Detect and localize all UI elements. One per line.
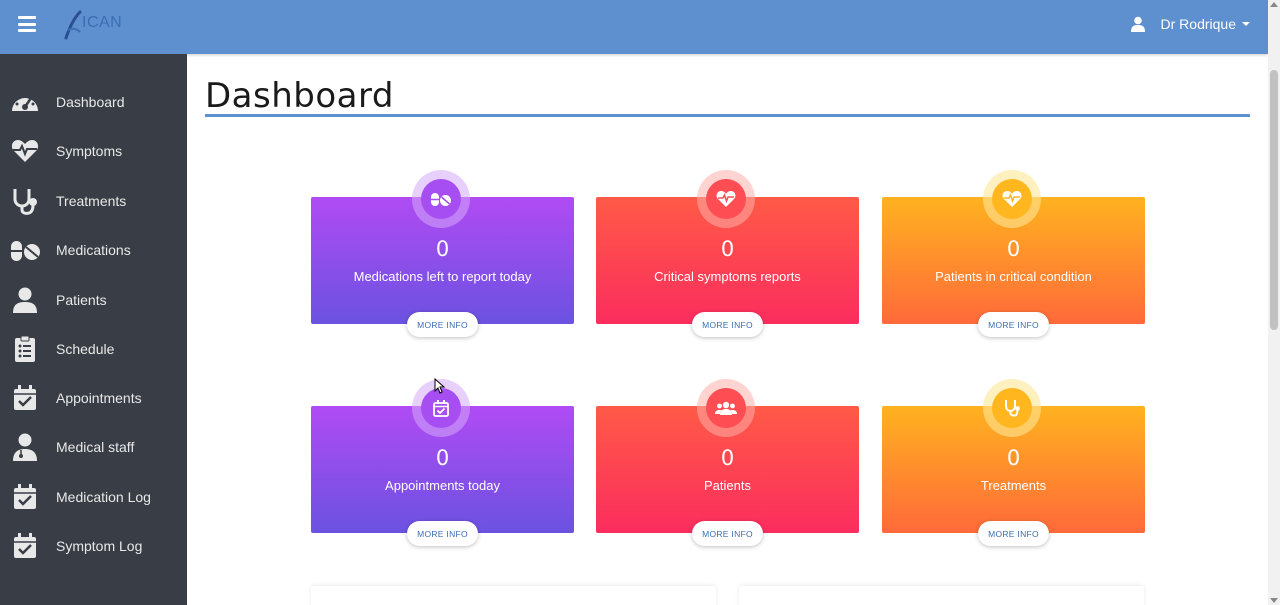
pills-icon (10, 235, 40, 265)
card-label: Patients in critical condition (935, 269, 1092, 284)
user-md-icon (10, 432, 40, 462)
stat-card-appointments: 0 Appointments today MORE INFO (311, 379, 574, 546)
page-scrollbar[interactable] (1268, 0, 1280, 605)
stat-card-critical-patients: 0 Patients in critical condition MORE IN… (882, 170, 1145, 337)
logo-text: ICAN (82, 14, 123, 31)
sidebar-item-label: Patients (56, 292, 107, 308)
sidebar-item-label: Medications (56, 242, 131, 258)
sidebar-item-medication-log[interactable]: Medication Log (0, 477, 187, 517)
bottom-panel-right (739, 586, 1144, 605)
more-info-button[interactable]: MORE INFO (407, 312, 478, 337)
scroll-down-icon[interactable] (1270, 598, 1278, 603)
sidebar-item-medical-staff[interactable]: Medical staff (0, 427, 187, 467)
heartbeat-icon (716, 191, 736, 207)
menu-toggle-icon[interactable] (18, 16, 36, 32)
card-badge (983, 170, 1041, 228)
sidebar-item-appointments[interactable]: Appointments (0, 378, 187, 418)
mouse-cursor-icon (434, 378, 446, 394)
sidebar-item-label: Symptom Log (56, 538, 143, 554)
sidebar-item-treatments[interactable]: Treatments (0, 181, 187, 221)
sidebar-item-label: Schedule (56, 341, 115, 357)
dashboard-gauge-icon (10, 87, 40, 117)
more-info-button[interactable]: MORE INFO (692, 521, 763, 546)
card-count: 0 (435, 237, 450, 261)
card-badge (412, 170, 470, 228)
card-count: 0 (435, 446, 450, 470)
stethoscope-icon (10, 186, 40, 216)
stat-card-patients: 0 Patients MORE INFO (596, 379, 859, 546)
sidebar: Dashboard Symptoms Treatments Medication… (0, 54, 187, 605)
card-label: Medications left to report today (353, 269, 532, 284)
stethoscope-icon (1005, 400, 1020, 417)
card-count: 0 (720, 237, 735, 261)
sidebar-item-symptoms[interactable]: Symptoms (0, 131, 187, 171)
stat-card-critical-symptoms: 0 Critical symptoms reports MORE INFO (596, 170, 859, 337)
calendar-check-icon (10, 482, 40, 512)
heartbeat-icon (1002, 191, 1022, 207)
title-divider (205, 114, 1250, 117)
user-menu[interactable]: Dr Rodrique (1130, 16, 1250, 32)
card-label: Appointments today (385, 478, 500, 493)
sidebar-item-label: Treatments (56, 193, 127, 209)
card-label: Critical symptoms reports (654, 269, 801, 284)
more-info-button[interactable]: MORE INFO (407, 521, 478, 546)
heartbeat-icon (10, 136, 40, 166)
top-navbar: ICAN Dr Rodrique (0, 0, 1268, 54)
card-label: Treatments (980, 478, 1047, 493)
more-info-button[interactable]: MORE INFO (692, 312, 763, 337)
sidebar-item-dashboard[interactable]: Dashboard (0, 82, 187, 122)
user-icon (1130, 16, 1145, 32)
card-count: 0 (720, 446, 735, 470)
sidebar-item-medications[interactable]: Medications (0, 230, 187, 270)
user-name: Dr Rodrique (1160, 16, 1236, 32)
calendar-check-icon (10, 383, 40, 413)
user-icon (10, 285, 40, 315)
sidebar-item-schedule[interactable]: Schedule (0, 329, 187, 369)
page-title: Dashboard (205, 76, 394, 116)
more-info-button[interactable]: MORE INFO (978, 521, 1049, 546)
sidebar-item-patients[interactable]: Patients (0, 280, 187, 320)
sidebar-item-label: Medical staff (56, 439, 135, 455)
sidebar-item-symptom-log[interactable]: Symptom Log (0, 526, 187, 566)
stat-card-medications: 0 Medications left to report today MORE … (311, 170, 574, 337)
stat-card-treatments: 0 Treatments MORE INFO (882, 379, 1145, 546)
card-badge (983, 379, 1041, 437)
card-count: 0 (1006, 446, 1021, 470)
card-count: 0 (1006, 237, 1021, 261)
sidebar-item-label: Symptoms (56, 143, 123, 159)
calendar-check-icon (433, 399, 449, 417)
sidebar-item-label: Medication Log (56, 489, 151, 505)
calendar-check-icon (10, 531, 40, 561)
scroll-up-icon[interactable] (1270, 2, 1278, 7)
sidebar-item-label: Dashboard (56, 94, 125, 110)
bottom-panel-left (311, 586, 716, 605)
card-badge (697, 379, 755, 437)
more-info-button[interactable]: MORE INFO (978, 312, 1049, 337)
card-badge (697, 170, 755, 228)
sidebar-item-label: Appointments (56, 390, 142, 406)
clipboard-list-icon (10, 334, 40, 364)
chevron-down-icon (1242, 22, 1250, 26)
card-label: Patients (704, 478, 751, 493)
pills-icon (431, 193, 451, 206)
users-icon (715, 401, 737, 415)
scrollbar-thumb[interactable] (1270, 70, 1278, 330)
